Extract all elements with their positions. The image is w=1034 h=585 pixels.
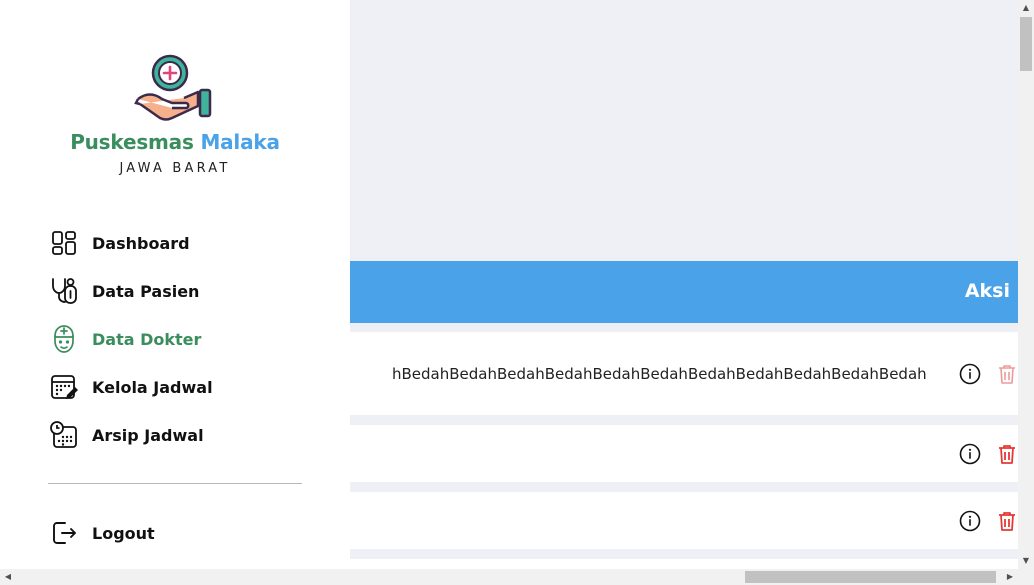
logout-label: Logout (92, 523, 155, 543)
sidebar-item-label: Data Dokter (92, 329, 202, 349)
info-icon[interactable] (958, 442, 982, 466)
horizontal-scrollbar[interactable]: ◀ ▶ (0, 569, 1034, 585)
table-header: Aksi (350, 261, 1018, 323)
scroll-right-arrow-icon[interactable]: ▶ (1002, 569, 1018, 585)
sidebar-item-arsip-jadwal[interactable]: Arsip Jadwal (48, 419, 204, 451)
scroll-down-arrow-icon[interactable]: ▼ (1018, 553, 1034, 569)
app-viewport: Aksi hBedahBedahBedahBedahBedahBedahBeda… (0, 0, 1018, 569)
brand-name-part1: Puskesmas (70, 130, 194, 154)
delete-icon[interactable] (995, 442, 1018, 466)
stethoscope-icon (48, 275, 80, 307)
scroll-left-arrow-icon[interactable]: ◀ (0, 569, 16, 585)
sidebar-item-label: Arsip Jadwal (92, 425, 204, 445)
column-header-aksi: Aksi (964, 280, 1010, 302)
sidebar-item-label: Dashboard (92, 233, 190, 253)
doctor-specialty-cell: hBedahBedahBedahBedahBedahBedahBedahBeda… (392, 364, 927, 383)
delete-icon[interactable] (995, 509, 1018, 533)
sidebar-item-data-dokter[interactable]: Data Dokter (48, 323, 201, 355)
brand-name-part2: Malaka (200, 130, 280, 154)
doctor-icon (48, 323, 80, 355)
table-row (350, 425, 1018, 482)
sidebar-item-kelola-jadwal[interactable]: Kelola Jadwal (48, 371, 213, 403)
hand-medical-logo-icon (132, 52, 216, 126)
sidebar-divider (48, 483, 302, 484)
sidebar-item-data-pasien[interactable]: Data Pasien (48, 275, 199, 307)
calendar-clock-icon (48, 419, 80, 451)
sidebar: Puskesmas Malaka JAWA BARAT Dashboard Da… (0, 0, 350, 569)
info-icon[interactable] (958, 509, 982, 533)
sidebar-item-label: Kelola Jadwal (92, 377, 213, 397)
logout-icon (48, 517, 80, 549)
dashboard-icon (48, 227, 80, 259)
vertical-scrollbar[interactable]: ▲ ▼ (1018, 0, 1034, 569)
brand-name: Puskesmas Malaka (0, 130, 350, 154)
sidebar-item-dashboard[interactable]: Dashboard (48, 227, 190, 259)
sidebar-item-label: Data Pasien (92, 281, 200, 301)
brand-region: JAWA BARAT (119, 161, 231, 176)
logout-button[interactable]: Logout (48, 517, 155, 549)
info-icon[interactable] (958, 362, 982, 386)
vertical-scroll-thumb[interactable] (1020, 17, 1032, 71)
calendar-edit-icon (48, 371, 80, 403)
table-row (350, 559, 1018, 569)
horizontal-scroll-thumb[interactable] (745, 571, 996, 583)
table-row (350, 492, 1018, 549)
table-row: hBedahBedahBedahBedahBedahBedahBedahBeda… (350, 332, 1018, 415)
delete-icon[interactable] (995, 362, 1018, 386)
scroll-up-arrow-icon[interactable]: ▲ (1018, 0, 1034, 16)
